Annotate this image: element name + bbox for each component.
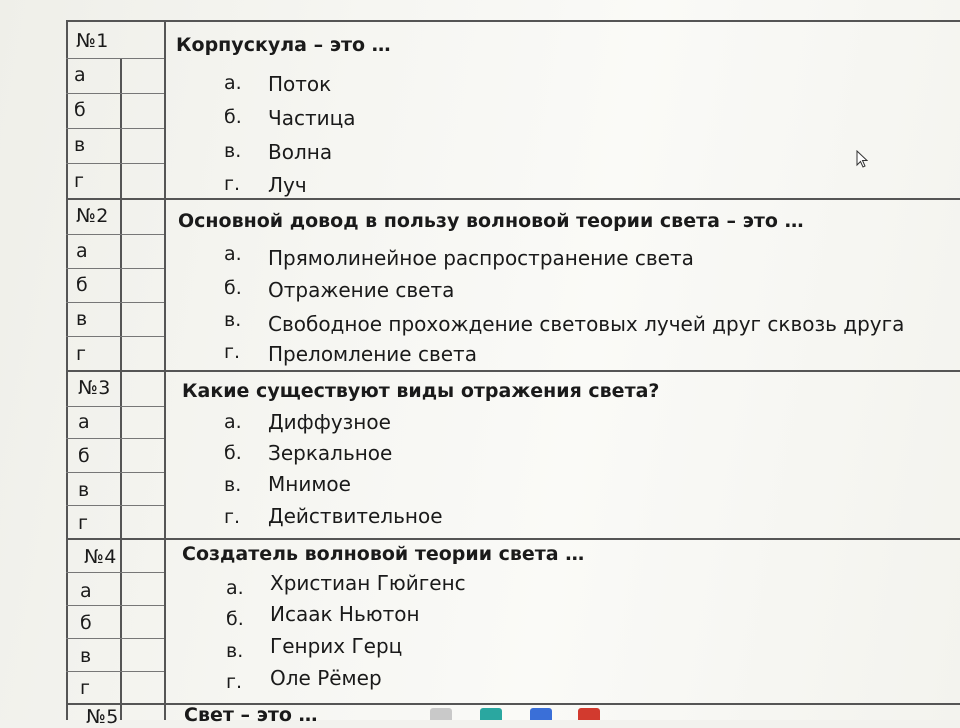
answer-cell-letter: а [78, 411, 90, 433]
answer-cell-letter: в [78, 479, 90, 501]
row-border [66, 128, 164, 129]
row-border [66, 472, 164, 473]
option-text: Частица [268, 106, 356, 130]
option-text: Мнимое [268, 472, 351, 496]
taskbar-app-icon[interactable] [430, 708, 452, 720]
option-text: Христиан Гюйгенс [270, 571, 466, 595]
option-letter: б. [224, 277, 242, 299]
option-letter: в. [224, 140, 242, 162]
row-border [66, 198, 960, 200]
row-border [66, 302, 164, 303]
answer-cell-letter: а [80, 580, 92, 602]
row-border [66, 538, 960, 540]
option-letter: б. [224, 106, 242, 128]
answer-cell-letter: г [74, 170, 84, 192]
option-letter: б. [226, 608, 244, 630]
option-text: Оле Рёмер [270, 666, 382, 690]
option-text: Преломление света [268, 342, 477, 366]
option-text: Зеркальное [268, 441, 393, 465]
question-number: №2 [76, 205, 109, 227]
row-border [66, 638, 164, 639]
taskbar-icons [420, 708, 620, 720]
answer-cell-letter: г [80, 677, 90, 699]
table-letter-divider [120, 58, 122, 720]
option-text: Луч [268, 173, 307, 197]
option-letter: г. [224, 506, 241, 528]
question-text: Свет – это … [184, 704, 318, 726]
row-border [66, 163, 164, 164]
option-letter: а. [224, 411, 242, 433]
row-border [66, 572, 164, 573]
row-border [66, 438, 164, 439]
question-text: Какие существуют виды отражения света? [182, 380, 660, 402]
option-letter: б. [224, 442, 242, 464]
row-border [66, 605, 164, 606]
question-number: №5 [86, 706, 119, 728]
option-letter: в. [224, 474, 242, 496]
answer-cell-letter: б [80, 612, 92, 634]
answer-cell-letter: в [76, 308, 88, 330]
option-text: Отражение света [268, 278, 455, 302]
option-text: Диффузное [268, 410, 391, 434]
mouse-pointer-icon [856, 150, 868, 168]
answer-cell-letter: г [78, 512, 88, 534]
taskbar-app-icon[interactable] [530, 708, 552, 720]
option-text: Свободное прохождение световых лучей дру… [268, 312, 905, 336]
option-letter: а. [226, 577, 244, 599]
answer-cell-letter: б [78, 445, 90, 467]
answer-cell-letter: а [76, 240, 88, 262]
option-letter: а. [224, 243, 242, 265]
document-page: №1 Корпускула – это … а б в г а. Поток б… [0, 0, 960, 728]
row-border [66, 671, 164, 672]
answer-cell-letter: в [74, 134, 86, 156]
row-border [66, 370, 960, 372]
option-letter: г. [224, 173, 241, 195]
row-border [66, 234, 164, 235]
answer-cell-letter: г [76, 343, 86, 365]
answer-cell-letter: а [74, 64, 86, 86]
question-number: №1 [76, 30, 109, 52]
row-border [66, 268, 164, 269]
option-text: Поток [268, 72, 332, 96]
row-border [66, 505, 164, 506]
question-text: Основной довод в пользу волновой теории … [178, 210, 804, 232]
answer-cell-letter: в [80, 645, 92, 667]
option-text: Волна [268, 140, 333, 164]
row-border [66, 406, 164, 407]
option-letter: в. [226, 640, 244, 662]
taskbar-app-icon[interactable] [578, 708, 600, 720]
option-text: Генрих Герц [270, 634, 403, 658]
option-letter: а. [224, 72, 242, 94]
option-letter: г. [226, 671, 243, 693]
option-text: Прямолинейное распространение света [268, 246, 694, 270]
answer-cell-letter: б [76, 274, 88, 296]
row-border [66, 336, 164, 337]
answer-cell-letter: б [74, 99, 86, 121]
question-number: №3 [78, 377, 111, 399]
option-letter: в. [224, 309, 242, 331]
row-border [66, 58, 164, 59]
row-border-top [66, 20, 960, 22]
question-text: Создатель волновой теории света … [182, 543, 585, 565]
question-text: Корпускула – это … [176, 34, 391, 56]
question-number: №4 [84, 546, 117, 568]
option-letter: г. [224, 341, 241, 363]
option-text: Исаак Ньютон [270, 602, 420, 626]
row-border [66, 93, 164, 94]
option-text: Действительное [268, 504, 443, 528]
taskbar-app-icon[interactable] [480, 708, 502, 720]
